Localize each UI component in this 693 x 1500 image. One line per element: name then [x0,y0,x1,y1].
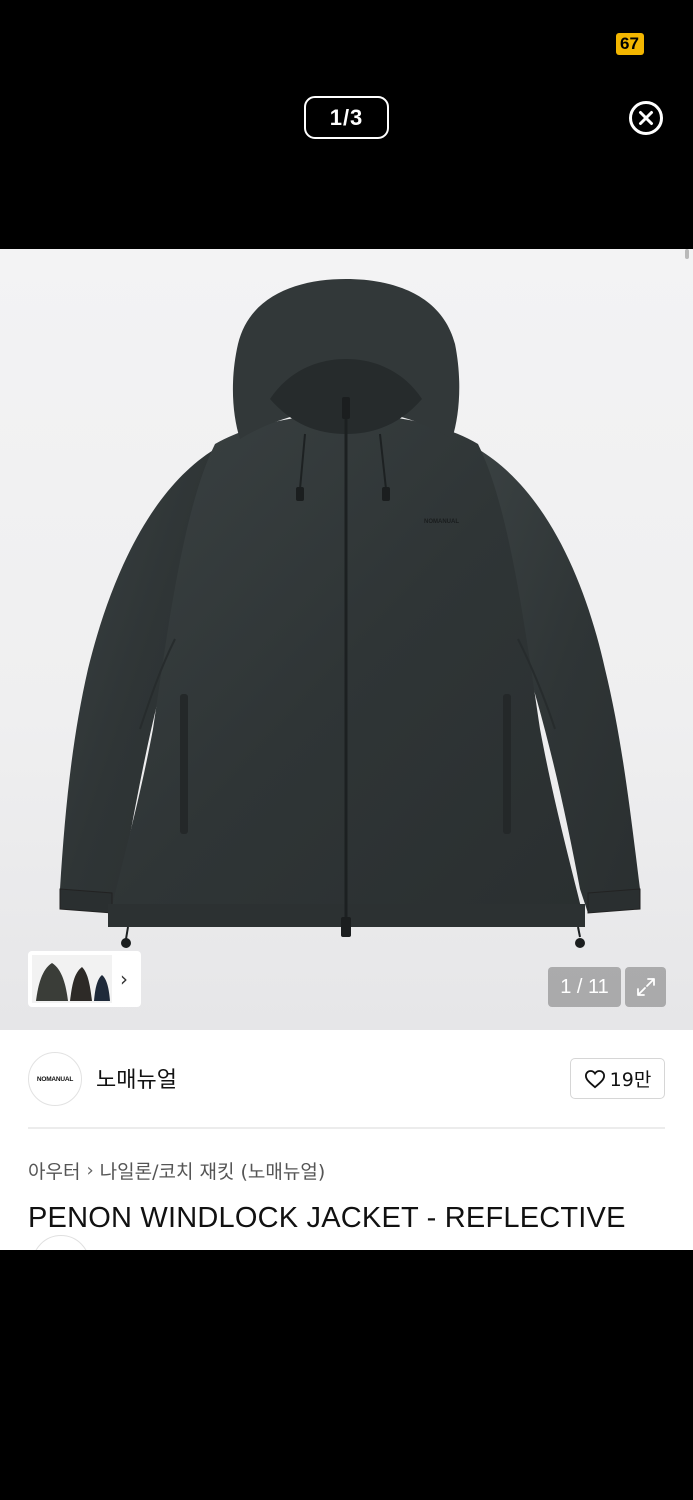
chevron-right-icon: › [86,1160,94,1181]
partial-avatar [32,1235,90,1250]
expand-button[interactable] [625,967,666,1007]
brand-logo[interactable]: NOMANUAL [28,1052,82,1106]
heart-icon [584,1069,605,1088]
brand-name[interactable]: 노매뉴얼 [96,1062,177,1094]
like-count: 19만 [609,1069,652,1091]
image-counter: 1 / 11 [548,967,621,1007]
product-screenshot: NOMANUAL › 1 / 11 NOMANUAL 노매뉴얼 19만 아우터 … [0,249,693,1250]
status-badge: 67 [616,33,644,55]
breadcrumb-subcategory[interactable]: 나일론/코치 재킷 (노매뉴얼) [100,1157,326,1184]
expand-icon [636,978,655,996]
divider [28,1127,665,1129]
close-button[interactable] [628,100,664,136]
like-button[interactable]: 19만 [570,1058,665,1099]
page-indicator: 1/3 [304,96,389,139]
product-image-carousel[interactable]: NOMANUAL › 1 / 11 [0,249,693,1030]
product-title: PENON WINDLOCK JACKET - REFLECTIVE [28,1202,626,1234]
jacket-chest-logo: NOMANUAL [424,519,459,525]
thumbnail-image [32,955,112,1003]
close-circle-icon [629,101,663,135]
breadcrumb-category[interactable]: 아우터 [28,1157,80,1184]
thumbnail-strip[interactable]: › [28,951,141,1007]
breadcrumb: 아우터 › 나일론/코치 재킷 (노매뉴얼) [28,1157,325,1184]
jacket-image: NOMANUAL [59,279,641,948]
brand-row: NOMANUAL 노매뉴얼 19만 [0,1030,693,1128]
chevron-right-icon: › [120,967,128,991]
